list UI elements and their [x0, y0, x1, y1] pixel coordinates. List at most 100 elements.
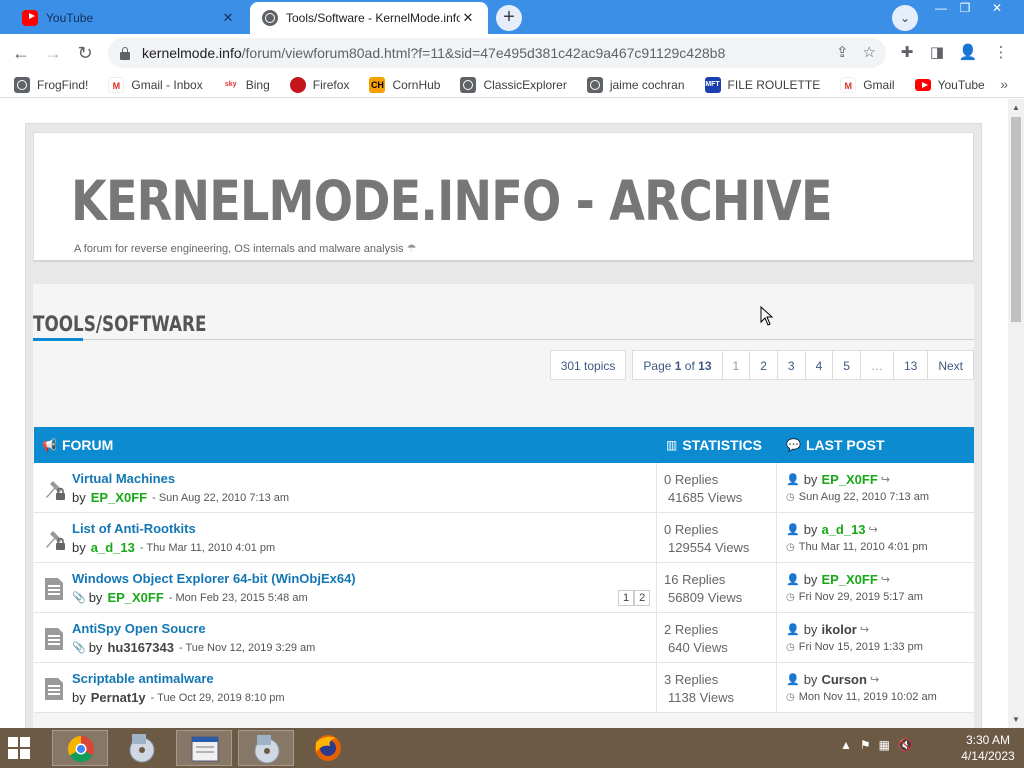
- goto-last-post-icon[interactable]: ↪: [881, 573, 890, 586]
- topic-byline: by a_d_13- Thu Mar 11, 2010 4:01 pm: [72, 540, 276, 555]
- topic-page-link[interactable]: 2: [634, 590, 651, 606]
- bookmark-gmail[interactable]: M Gmail: [840, 76, 895, 93]
- last-post-date: ◷ Fri Nov 15, 2019 1:33 pm: [786, 641, 923, 653]
- taskbar-chrome[interactable]: [52, 730, 108, 766]
- bookmark-firefox[interactable]: Firefox: [289, 76, 349, 93]
- last-post-date: ◷ Thu Mar 11, 2010 4:01 pm: [786, 541, 928, 553]
- paperclip-icon: 📎: [72, 592, 86, 604]
- scrollbar-thumb[interactable]: [1011, 117, 1021, 322]
- bookmark-classicexplorer[interactable]: ClassicExplorer: [460, 76, 567, 93]
- reply-count: 16 Replies: [664, 572, 726, 587]
- tab-youtube[interactable]: YouTube ✕: [10, 2, 248, 34]
- bookmark-gmail-inbox[interactable]: M Gmail - Inbox: [108, 76, 203, 93]
- goto-last-post-icon[interactable]: ↪: [869, 523, 878, 536]
- page-link-5[interactable]: 5: [833, 350, 861, 380]
- topic-byline: by EP_X0FF - Sun Aug 22, 2010 7:13 am: [72, 490, 290, 505]
- page-link-3[interactable]: 3: [777, 350, 806, 380]
- extensions-puzzle-icon[interactable]: ✚: [896, 42, 918, 64]
- globe-icon: [262, 10, 278, 26]
- goto-last-post-icon[interactable]: ↪: [870, 673, 879, 686]
- topics-count: 301 topics: [549, 350, 627, 380]
- page-link-4[interactable]: 4: [805, 350, 834, 380]
- forum-title[interactable]: TOOLS/SOFTWARE: [33, 312, 206, 336]
- menu-kebab-icon[interactable]: ⋮: [990, 42, 1012, 64]
- restore-button[interactable]: ❐: [950, 0, 980, 18]
- topic-icon: [40, 625, 68, 653]
- clock-icon: ◷: [786, 592, 795, 603]
- gmail-icon: M: [108, 76, 125, 93]
- action-center-flag-icon[interactable]: ⚑: [860, 738, 871, 752]
- topic-title-link[interactable]: List of Anti-Rootkits: [72, 521, 196, 536]
- topic-author-link[interactable]: Pernat1y: [91, 690, 146, 705]
- last-post-author-link[interactable]: EP_X0FF: [821, 472, 877, 487]
- page-scrollbar[interactable]: ▲ ▼: [1008, 99, 1024, 728]
- profile-avatar-icon[interactable]: 👤: [957, 42, 979, 64]
- close-tab-icon[interactable]: ✕: [460, 10, 476, 26]
- back-arrow-icon[interactable]: ←: [8, 40, 34, 66]
- taskbar-clock[interactable]: 3:30 AM 4/14/2023: [952, 732, 1024, 764]
- divider: [776, 613, 777, 662]
- tab-kernelmode[interactable]: Tools/Software - KernelMode.info ✕: [250, 2, 488, 34]
- last-post-author-link[interactable]: ikolor: [821, 622, 856, 637]
- share-icon[interactable]: ⇪: [836, 43, 849, 61]
- topic-title-link[interactable]: Windows Object Explorer 64-bit (WinObjEx…: [72, 571, 356, 586]
- bookmark-frogfind[interactable]: FrogFind!: [14, 76, 88, 93]
- new-tab-button[interactable]: +: [496, 5, 522, 31]
- network-icon[interactable]: ▦: [879, 738, 890, 752]
- bookmarks-overflow-icon[interactable]: »: [1000, 76, 1008, 92]
- last-post-author: 👤 by Curson ↪: [786, 672, 880, 687]
- last-post-author-link[interactable]: a_d_13: [821, 522, 865, 537]
- windows-start-icon[interactable]: [8, 737, 32, 759]
- tray-expand-icon[interactable]: ▲: [840, 738, 852, 752]
- topic-author-link[interactable]: a_d_13: [91, 540, 135, 555]
- reply-count: 0 Replies: [664, 472, 719, 487]
- close-tab-icon[interactable]: ✕: [220, 10, 236, 26]
- close-window-button[interactable]: ✕: [982, 0, 1012, 18]
- volume-muted-icon[interactable]: 🔇: [898, 738, 913, 752]
- topic-author-link[interactable]: EP_X0FF: [91, 490, 147, 505]
- site-title[interactable]: KERNELMODE.INFO - ARCHIVE: [71, 169, 833, 233]
- scroll-down-arrow-icon[interactable]: ▼: [1008, 715, 1024, 724]
- bookmark-youtube[interactable]: YouTube: [914, 78, 985, 92]
- topic-icon: [40, 575, 68, 603]
- address-bar[interactable]: kernelmode.info/forum/viewforum80ad.html…: [108, 38, 886, 68]
- next-page-button[interactable]: Next: [928, 350, 974, 380]
- column-forum: 📢 FORUM: [42, 437, 114, 453]
- topic-title-link[interactable]: Scriptable antimalware: [72, 671, 214, 686]
- bookmark-jaime-cochran[interactable]: jaime cochran: [586, 76, 685, 93]
- file-roulette-icon: MFT: [704, 76, 721, 93]
- goto-last-post-icon[interactable]: ↪: [881, 473, 890, 486]
- topic-author-link[interactable]: hu3167343: [107, 640, 174, 655]
- page-link-13[interactable]: 13: [893, 350, 929, 380]
- last-post-author-link[interactable]: EP_X0FF: [821, 572, 877, 587]
- taskbar-firefox[interactable]: [300, 730, 356, 766]
- reload-icon[interactable]: ↻: [72, 40, 98, 66]
- topic-author-link[interactable]: EP_X0FF: [107, 590, 163, 605]
- last-post-author-link[interactable]: Curson: [821, 672, 867, 687]
- divider: [656, 563, 657, 612]
- topic-title-link[interactable]: AntiSpy Open Soucre: [72, 621, 206, 636]
- forward-arrow-icon[interactable]: →: [40, 40, 66, 66]
- topic-page-link[interactable]: 1: [618, 590, 635, 606]
- tab-search-button[interactable]: ⌄: [892, 5, 918, 31]
- taskbar-media-player-2[interactable]: [238, 730, 294, 766]
- bookmark-star-icon[interactable]: ☆: [863, 43, 876, 61]
- windows-taskbar: ▲ ⚑ ▦ 🔇 3:30 AM 4/14/2023: [0, 728, 1024, 768]
- bar-chart-icon: ▥: [666, 438, 678, 452]
- bookmarks-bar: FrogFind! M Gmail - Inbox sky Bing Firefox…: [0, 72, 1024, 98]
- bookmark-bing[interactable]: sky Bing: [222, 76, 270, 93]
- view-count: 129554 Views: [668, 540, 750, 555]
- sticky-locked-icon: [40, 525, 68, 553]
- pagination: 301 topics Page 1 of 13 1 2 3 4 5 … 13 N…: [549, 350, 974, 380]
- taskbar-document-viewer[interactable]: [176, 730, 232, 766]
- bookmark-file-roulette[interactable]: MFT FILE ROULETTE: [704, 76, 820, 93]
- goto-last-post-icon[interactable]: ↪: [860, 623, 869, 636]
- topic-title-link[interactable]: Virtual Machines: [72, 471, 175, 486]
- taskbar-media-player[interactable]: [114, 730, 170, 766]
- side-panel-icon[interactable]: ◨: [926, 42, 948, 64]
- view-count: 56809 Views: [668, 590, 743, 605]
- page-link-1[interactable]: 1: [722, 350, 751, 380]
- scroll-up-arrow-icon[interactable]: ▲: [1008, 103, 1024, 112]
- page-link-2[interactable]: 2: [750, 350, 778, 380]
- bookmark-cornhub[interactable]: CH CornHub: [369, 76, 440, 93]
